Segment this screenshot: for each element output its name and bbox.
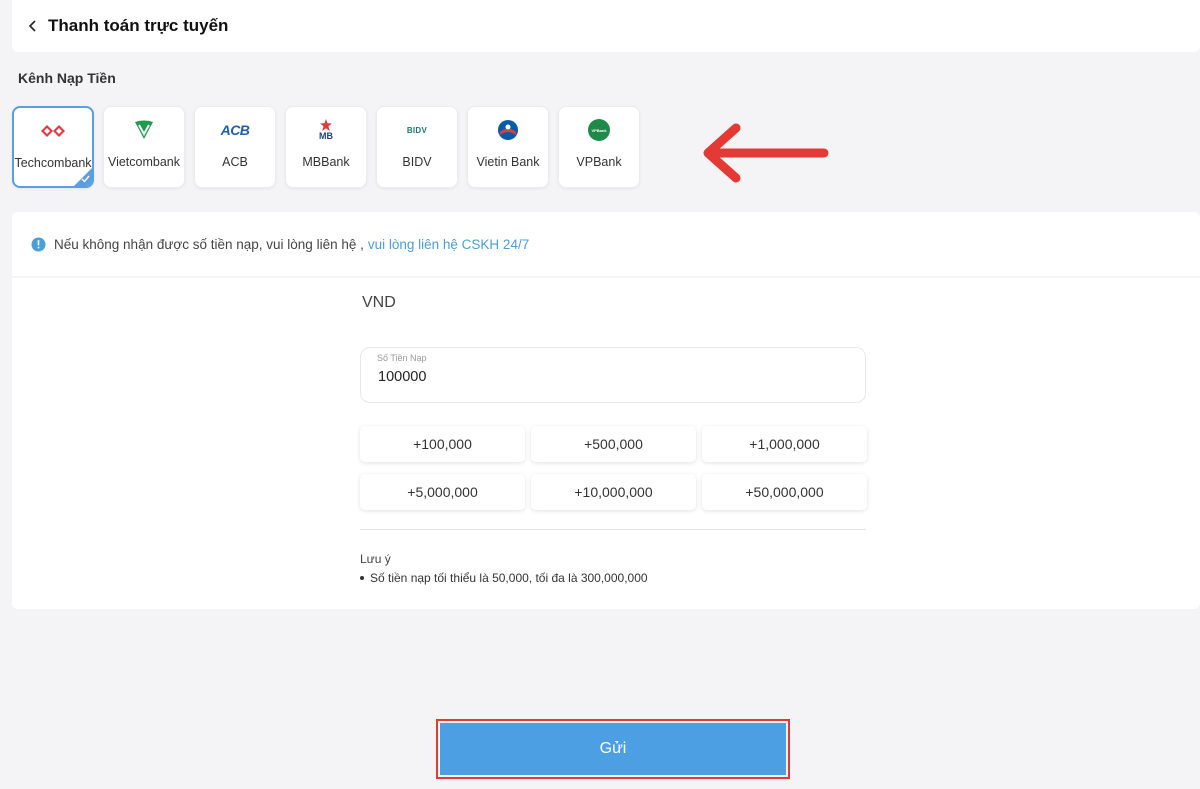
bank-name: ACB: [222, 155, 248, 169]
quick-amount-button[interactable]: +50,000,000: [702, 474, 867, 510]
bank-name: BIDV: [402, 155, 432, 169]
amount-input[interactable]: [376, 368, 840, 386]
note-text: Số tiền nạp tối thiểu là 50,000, tối đa …: [370, 571, 648, 585]
bidv-logo-icon: BIDV: [406, 125, 428, 135]
currency-label: VND: [362, 294, 396, 311]
note-item: Số tiền nạp tối thiểu là 50,000, tối đa …: [360, 571, 648, 585]
info-icon: [31, 237, 46, 251]
bank-option-vietinbank[interactable]: Vietin Bank: [467, 106, 549, 188]
acb-logo-icon: ACB: [220, 122, 250, 138]
check-icon: [81, 175, 90, 183]
notice-bar: Nếu không nhận được số tiền nạp, vui lòn…: [12, 212, 1200, 276]
vpbank-logo-icon: VPBank: [585, 117, 613, 143]
channel-section-title: Kênh Nạp Tiền: [18, 70, 116, 86]
bullet-icon: [360, 576, 364, 580]
bank-option-bidv[interactable]: BIDV BIDV: [376, 106, 458, 188]
quick-amount-button[interactable]: +5,000,000: [360, 474, 525, 510]
bank-name: MBBank: [302, 155, 350, 169]
techcombank-logo-icon: [39, 118, 67, 144]
deposit-form: VND Số Tiền Nạp +100,000 +500,000 +1,000…: [12, 278, 1200, 609]
bank-list: Techcombank Vietcombank ACB ACB MB MBBan…: [12, 106, 649, 188]
bank-name: VPBank: [576, 155, 622, 169]
support-link[interactable]: vui lòng liên hệ CSKH 24/7: [368, 237, 529, 252]
page-title: Thanh toán trực tuyến: [48, 16, 229, 35]
vietcombank-logo-icon: [130, 117, 158, 143]
bank-option-acb[interactable]: ACB ACB: [194, 106, 276, 188]
quick-amount-grid: +100,000 +500,000 +1,000,000 +5,000,000 …: [360, 426, 868, 510]
quick-amount-button[interactable]: +500,000: [531, 426, 696, 462]
bank-option-vietcombank[interactable]: Vietcombank: [103, 106, 185, 188]
quick-amount-button[interactable]: +10,000,000: [531, 474, 696, 510]
bank-option-mbbank[interactable]: MB MBBank: [285, 106, 367, 188]
header-bar: Thanh toán trực tuyến: [12, 0, 1200, 52]
back-button[interactable]: Thanh toán trực tuyến: [26, 16, 228, 36]
annotation-arrow-icon: [703, 123, 829, 183]
note-title: Lưu ý: [360, 552, 391, 566]
quick-amount-button[interactable]: +1,000,000: [702, 426, 867, 462]
notice-text: Nếu không nhận được số tiền nạp, vui lòn…: [54, 236, 364, 252]
vietinbank-logo-icon: [494, 117, 522, 143]
quick-amount-button[interactable]: +100,000: [360, 426, 525, 462]
mbbank-logo-icon: MB: [312, 117, 340, 143]
bank-option-vpbank[interactable]: VPBank VPBank: [558, 106, 640, 188]
bank-name: Vietcombank: [107, 155, 181, 169]
divider: [360, 529, 866, 530]
bank-option-techcombank[interactable]: Techcombank: [12, 106, 94, 188]
note-list: Số tiền nạp tối thiểu là 50,000, tối đa …: [360, 571, 648, 585]
amount-label: Số Tiền Nạp: [377, 353, 427, 363]
chevron-left-icon: [28, 20, 36, 32]
submit-button[interactable]: Gửi: [440, 723, 786, 775]
bank-name: Vietin Bank: [476, 155, 540, 169]
amount-field[interactable]: Số Tiền Nạp: [360, 347, 866, 403]
